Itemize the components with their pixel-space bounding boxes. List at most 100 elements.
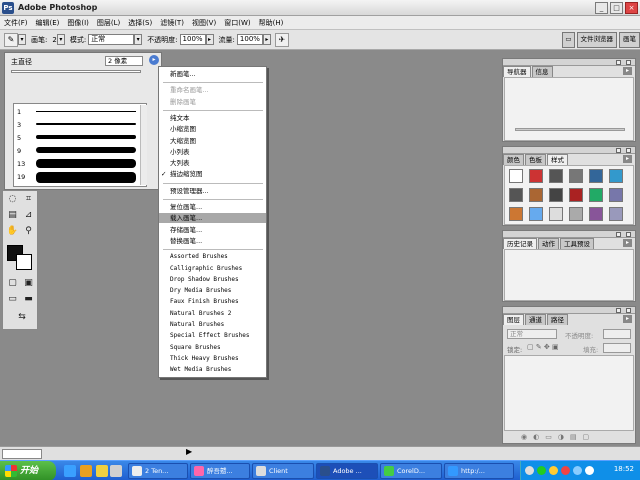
- tab-history[interactable]: 历史记录: [503, 238, 537, 249]
- tab-navigator[interactable]: 导航器: [503, 66, 531, 77]
- layer-opacity-input[interactable]: [603, 329, 631, 339]
- brush-menu-arrow-icon[interactable]: ▸: [149, 55, 159, 65]
- zoom-tool-icon[interactable]: ⚲: [22, 225, 35, 237]
- quick-mask-icon[interactable]: ▣: [22, 277, 35, 289]
- menu-window[interactable]: 窗口(W): [220, 18, 254, 28]
- tab-paths[interactable]: 路径: [547, 314, 568, 325]
- style-swatch[interactable]: [569, 188, 583, 202]
- menu-item[interactable]: Assorted Brushes: [159, 252, 266, 262]
- opacity-input[interactable]: 100%: [179, 34, 206, 45]
- desktop-quicklaunch-icon[interactable]: [110, 465, 122, 477]
- tray-volume-icon[interactable]: [549, 466, 558, 475]
- palette-menu-icon[interactable]: ▸: [623, 239, 632, 247]
- start-button[interactable]: 开始: [0, 461, 56, 480]
- menu-item[interactable]: 纯文本: [159, 113, 266, 123]
- list-item[interactable]: 13: [14, 158, 142, 170]
- taskbar-item[interactable]: http:/...: [444, 463, 514, 479]
- tab-channels[interactable]: 通道: [525, 314, 546, 325]
- airbrush-icon[interactable]: ✈: [274, 32, 289, 47]
- menu-item[interactable]: 大列表: [159, 158, 266, 168]
- tray-ime-icon[interactable]: [573, 466, 582, 475]
- menu-item[interactable]: Square Brushes: [159, 343, 266, 353]
- menu-select[interactable]: 选择(S): [124, 18, 156, 28]
- mode-select[interactable]: 正常: [88, 34, 135, 45]
- menu-item[interactable]: 小列表: [159, 147, 266, 157]
- list-item[interactable]: 1: [14, 106, 142, 118]
- taskbar-item[interactable]: Client: [252, 463, 314, 479]
- menu-layer[interactable]: 图层(L): [93, 18, 124, 28]
- tab-layers[interactable]: 图层: [503, 314, 524, 325]
- style-swatch[interactable]: [569, 207, 583, 221]
- close-button[interactable]: ×: [625, 2, 638, 14]
- menu-item[interactable]: Calligraphic Brushes: [159, 264, 266, 274]
- style-swatch[interactable]: [549, 188, 563, 202]
- layer-bottom-buttons[interactable]: ◉◐▭◑▤▢: [521, 433, 595, 441]
- tab-tool-presets[interactable]: 工具预设: [560, 238, 594, 249]
- jump-to-imageready-icon[interactable]: ⇆: [11, 311, 33, 323]
- brush-list[interactable]: 1 3 5 9 13 19: [13, 103, 147, 187]
- palette-menu-icon[interactable]: ▸: [623, 155, 632, 163]
- standard-mode-icon[interactable]: ▢: [6, 277, 19, 289]
- menu-item[interactable]: ✓ 描边缩览图: [159, 169, 266, 179]
- style-swatch[interactable]: [509, 207, 523, 221]
- style-swatch[interactable]: [509, 169, 523, 183]
- maximize-button[interactable]: □: [610, 2, 623, 14]
- status-arrow-icon[interactable]: ▶: [186, 447, 192, 456]
- ie-quicklaunch-icon[interactable]: [64, 465, 76, 477]
- zoom-input[interactable]: [2, 449, 42, 459]
- style-swatch[interactable]: [589, 169, 603, 183]
- diameter-slider[interactable]: [11, 70, 141, 73]
- style-swatch[interactable]: [509, 188, 523, 202]
- taskbar-item[interactable]: CorelD...: [380, 463, 442, 479]
- style-swatch[interactable]: [609, 188, 623, 202]
- background-color-swatch[interactable]: [16, 254, 32, 270]
- minimize-button[interactable]: _: [595, 2, 608, 14]
- list-item[interactable]: 19: [14, 171, 142, 183]
- menu-item[interactable]: Faux Finish Brushes: [159, 297, 266, 307]
- menu-item-load-brushes[interactable]: 载入画笔...: [159, 213, 266, 224]
- list-item[interactable]: 9: [14, 145, 142, 157]
- menu-file[interactable]: 文件(F): [0, 18, 32, 28]
- mode-dropdown-icon[interactable]: ▾: [134, 34, 143, 45]
- style-swatch[interactable]: [529, 188, 543, 202]
- full-screen-icon[interactable]: ▬: [22, 293, 35, 305]
- screen-mode-icon[interactable]: ▭: [6, 293, 19, 305]
- menu-item[interactable]: 存储画笔...: [159, 225, 266, 235]
- mail-quicklaunch-icon[interactable]: [80, 465, 92, 477]
- taskbar-item[interactable]: 2 Ten...: [128, 463, 188, 479]
- menu-item[interactable]: 新画笔...: [159, 69, 266, 79]
- menu-image[interactable]: 图像(I): [63, 18, 93, 28]
- tool-preset-dropdown[interactable]: ▾: [18, 34, 26, 45]
- palette-menu-icon[interactable]: ▸: [623, 315, 632, 323]
- lasso-tool-icon[interactable]: ◌: [6, 193, 19, 205]
- style-swatch[interactable]: [529, 169, 543, 183]
- opacity-dropdown-icon[interactable]: ▸: [205, 34, 214, 45]
- menu-item[interactable]: Dry Media Brushes: [159, 286, 266, 296]
- style-swatch[interactable]: [569, 169, 583, 183]
- menu-item[interactable]: Wet Media Brushes: [159, 365, 266, 375]
- taskbar-item-active[interactable]: Adobe ...: [316, 463, 378, 479]
- style-swatch[interactable]: [549, 207, 563, 221]
- blend-mode-select[interactable]: 正常: [507, 329, 557, 339]
- menu-item[interactable]: Drop Shadow Brushes: [159, 275, 266, 285]
- tab-color[interactable]: 颜色: [503, 154, 524, 165]
- menu-view[interactable]: 视图(V): [188, 18, 220, 28]
- folder-quicklaunch-icon[interactable]: [96, 465, 108, 477]
- brush-list-scrollbar[interactable]: [140, 105, 147, 185]
- tab-styles[interactable]: 样式: [547, 154, 568, 165]
- menu-filter[interactable]: 滤镜(T): [156, 18, 188, 28]
- menu-item[interactable]: Natural Brushes: [159, 320, 266, 330]
- brush-tool-icon[interactable]: ✎: [4, 32, 18, 47]
- menu-item[interactable]: 小缩览图: [159, 124, 266, 134]
- tab-brushes[interactable]: 画笔: [619, 32, 640, 48]
- menu-help[interactable]: 帮助(H): [255, 18, 288, 28]
- menu-item[interactable]: Natural Brushes 2: [159, 309, 266, 319]
- style-swatch[interactable]: [549, 169, 563, 183]
- tab-info[interactable]: 信息: [531, 66, 553, 77]
- menu-item[interactable]: 替换画笔...: [159, 236, 266, 246]
- style-swatch[interactable]: [609, 207, 623, 221]
- master-diameter-input[interactable]: 2 像素: [105, 56, 143, 66]
- style-swatch[interactable]: [529, 207, 543, 221]
- menu-item[interactable]: 复位画笔...: [159, 202, 266, 212]
- tray-antivirus-icon[interactable]: [561, 466, 570, 475]
